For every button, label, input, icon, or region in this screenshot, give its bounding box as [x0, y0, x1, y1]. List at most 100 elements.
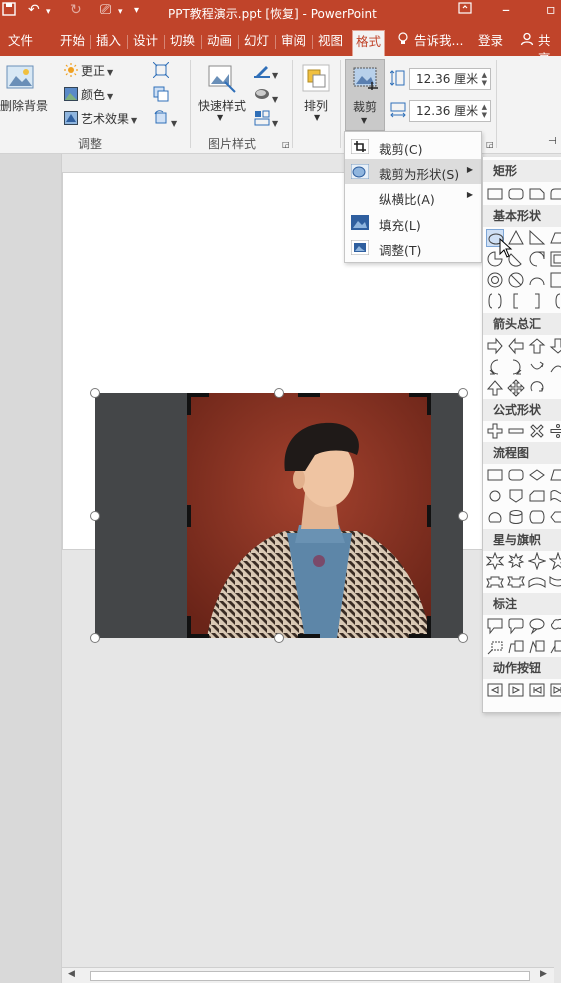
shape-explosion-2-icon[interactable] — [507, 552, 525, 570]
shape-ribbon-2-icon[interactable] — [507, 573, 525, 591]
height-input[interactable]: 12.36 厘米 ▲ ▼ — [409, 68, 491, 90]
compress-pictures-icon[interactable] — [152, 61, 170, 81]
minimize-icon[interactable]: – — [502, 0, 510, 19]
tab-review[interactable]: 审阅 — [281, 32, 306, 52]
restore-icon[interactable]: ▫ — [546, 2, 556, 18]
shape-rect-callout-icon[interactable] — [486, 617, 504, 635]
shape-punched-tape-icon[interactable] — [549, 487, 561, 505]
shape-data-icon[interactable] — [549, 466, 561, 484]
change-picture-icon[interactable] — [153, 86, 169, 105]
shape-direct-access-storage-icon[interactable] — [528, 508, 546, 526]
shape-double-brace-icon[interactable] — [486, 292, 504, 310]
tab-file[interactable]: 文件 — [8, 32, 33, 52]
tab-home[interactable]: 开始 — [60, 32, 85, 52]
shape-line-callout-4-icon[interactable] — [549, 638, 561, 656]
shape-teardrop-icon[interactable] — [528, 250, 546, 268]
width-input[interactable]: 12.36 厘米 ▲ ▼ — [409, 100, 491, 122]
shape-folded-corner-icon[interactable] — [549, 271, 561, 289]
shape-star-5-icon[interactable] — [548, 551, 561, 571]
crop-handle-top[interactable] — [298, 393, 320, 397]
slide-thumbnails-pane[interactable] — [0, 154, 62, 983]
picture-effects-icon[interactable]: ▼ — [254, 86, 278, 105]
shape-action-beginning-icon[interactable] — [528, 681, 546, 699]
color-button[interactable]: 颜色 ▼ — [64, 86, 113, 103]
tab-insert[interactable]: 插入 — [96, 32, 121, 52]
shape-curved-left-arrow-icon[interactable] — [486, 358, 504, 376]
menu-item-fit[interactable]: 调整(T) — [345, 235, 481, 260]
share-button[interactable]: 共享 — [538, 32, 561, 66]
menu-item-crop[interactable]: 裁剪(C) — [345, 134, 481, 159]
picture-border-icon[interactable]: ▼ — [254, 62, 278, 81]
remove-background-icon[interactable] — [6, 64, 36, 95]
shape-round-corner-rectangle-icon[interactable] — [549, 185, 561, 203]
shape-circular-arrow-icon[interactable] — [528, 379, 546, 397]
shape-line-callout-3-icon[interactable] — [528, 638, 546, 656]
undo-icon[interactable]: ↶ — [28, 2, 40, 18]
size-dialog-launcher-icon[interactable]: ◲ — [486, 140, 494, 149]
tab-animations[interactable]: 动画 — [207, 32, 232, 52]
shape-decision-icon[interactable] — [528, 466, 546, 484]
quick-styles-dropdown-icon[interactable]: ▼ — [217, 113, 223, 122]
crop-handle-right[interactable] — [427, 505, 431, 527]
tab-view[interactable]: 视图 — [318, 32, 343, 52]
arrange-icon[interactable] — [302, 64, 330, 95]
shape-right-bracket-icon[interactable] — [528, 292, 546, 310]
shape-minus-icon[interactable] — [507, 422, 525, 440]
pin-ribbon-icon[interactable]: ⊣ — [548, 136, 557, 147]
shape-star-4-icon[interactable] — [527, 551, 547, 571]
shape-curved-right-arrow-icon[interactable] — [507, 358, 525, 376]
picture-layout-icon[interactable]: ▼ — [254, 110, 278, 129]
undo-dropdown-icon[interactable]: ▾ — [46, 7, 51, 17]
save-icon[interactable] — [2, 2, 16, 20]
shape-snip-rectangle-icon[interactable] — [528, 185, 546, 203]
resize-handle-top-left[interactable] — [90, 388, 100, 398]
start-slideshow-icon[interactable]: ⎚ — [100, 2, 111, 18]
shape-up-arrow-icon[interactable] — [528, 337, 546, 355]
dialog-launcher-icon[interactable]: ◲ — [282, 140, 290, 149]
shape-donut-icon[interactable] — [486, 271, 504, 289]
shape-curved-ribbon-2-icon[interactable] — [549, 573, 561, 591]
arrange-button[interactable]: 排列 — [304, 97, 328, 114]
shape-left-brace-icon[interactable] — [549, 292, 561, 310]
shape-rounded-rectangle-icon[interactable] — [507, 185, 525, 203]
quick-styles-icon[interactable] — [207, 64, 237, 97]
tab-slideshow[interactable]: 幻灯 — [244, 32, 269, 52]
shape-magnetic-disk-icon[interactable] — [507, 508, 525, 526]
shape-cloud-callout-icon[interactable] — [549, 617, 561, 635]
shape-quad-arrow-icon[interactable] — [507, 379, 525, 397]
crop-handle-left[interactable] — [187, 505, 191, 527]
portrait-photo[interactable] — [187, 393, 431, 638]
resize-handle-bottom-right[interactable] — [458, 633, 468, 643]
shape-connector-icon[interactable] — [486, 487, 504, 505]
resize-handle-bottom-left[interactable] — [90, 633, 100, 643]
tab-format[interactable]: 格式 — [352, 30, 386, 56]
shape-display-icon[interactable] — [549, 508, 561, 526]
corrections-button[interactable]: 更正 ▼ — [64, 62, 113, 79]
shape-oval-callout-icon[interactable] — [528, 617, 546, 635]
crop-handle-bottom[interactable] — [298, 634, 320, 638]
horizontal-scrollbar[interactable]: ◀ ▶ — [62, 967, 554, 983]
shape-down-arrow-icon[interactable] — [549, 337, 561, 355]
resize-handle-top[interactable] — [274, 388, 284, 398]
resize-handle-right[interactable] — [458, 511, 468, 521]
shape-alternate-process-icon[interactable] — [507, 466, 525, 484]
login-link[interactable]: 登录 — [478, 32, 503, 52]
shape-u-turn-arrow-icon[interactable] — [528, 358, 546, 376]
shape-curved-ribbon-icon[interactable] — [528, 573, 546, 591]
tell-me-search[interactable]: 告诉我... — [414, 32, 463, 52]
reset-picture-icon[interactable]: ▼ — [153, 110, 177, 129]
crop-handle-bottom-right-v[interactable] — [427, 616, 431, 638]
shape-ribbon-icon[interactable] — [486, 573, 504, 591]
shape-curved-down-arrow-icon[interactable] — [549, 358, 561, 376]
shape-offpage-connector-icon[interactable] — [507, 487, 525, 505]
shape-left-arrow-icon[interactable] — [507, 337, 525, 355]
width-spinner-icon[interactable]: ▲ ▼ — [482, 103, 487, 119]
shape-right-triangle-icon[interactable] — [528, 229, 546, 247]
resize-handle-bottom[interactable] — [274, 633, 284, 643]
shape-rounded-callout-icon[interactable] — [507, 617, 525, 635]
arrange-dropdown-icon[interactable]: ▼ — [314, 113, 320, 122]
shape-action-end-icon[interactable] — [549, 681, 561, 699]
menu-item-crop-to-shape[interactable]: 裁剪为形状(S) ▶ — [345, 159, 481, 184]
tab-transitions[interactable]: 切换 — [170, 32, 195, 52]
shape-card-icon[interactable] — [528, 487, 546, 505]
